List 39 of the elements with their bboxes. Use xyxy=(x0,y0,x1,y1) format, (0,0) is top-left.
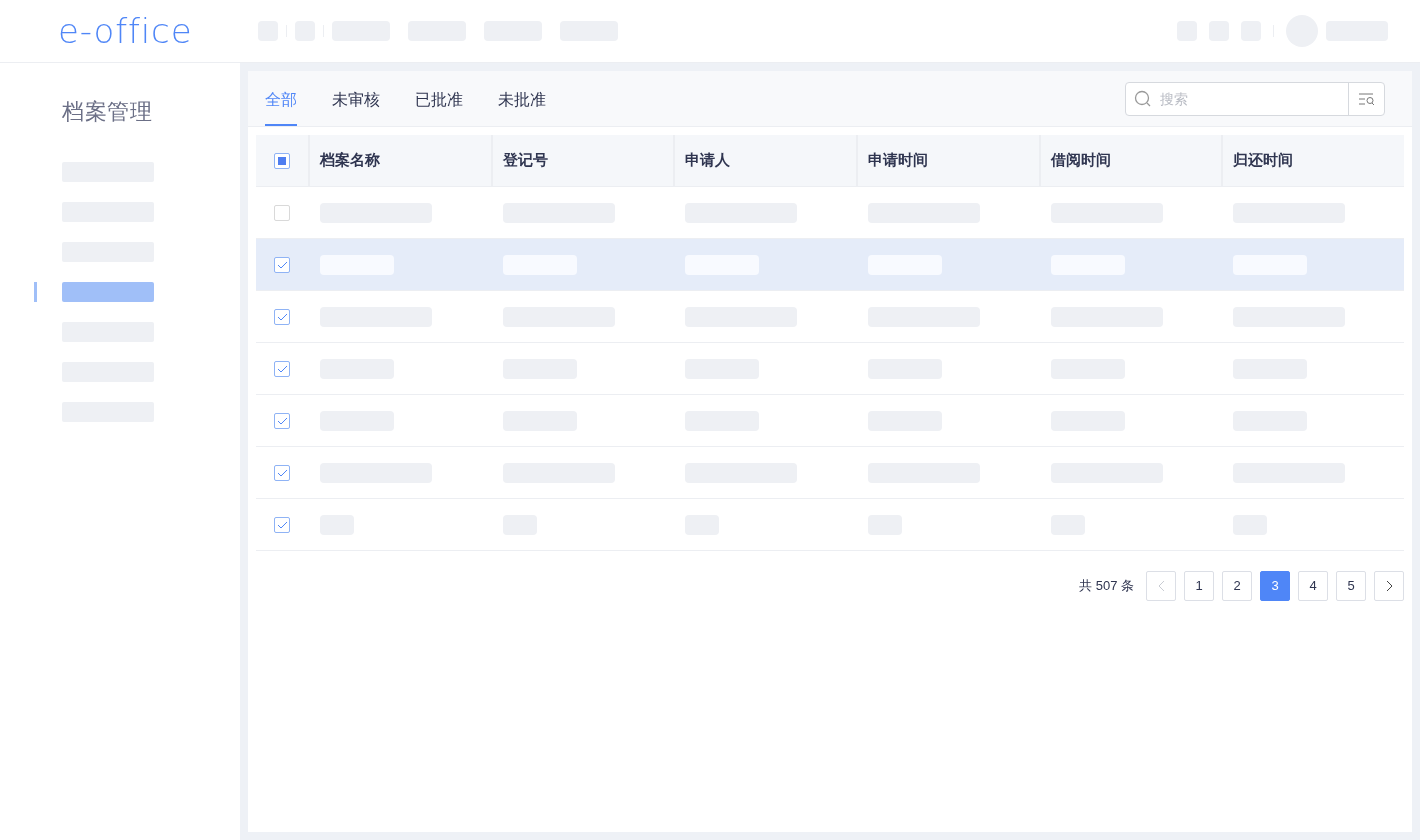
search-icon xyxy=(1134,90,1152,108)
sidebar-item[interactable] xyxy=(62,282,154,302)
check-icon xyxy=(276,416,288,425)
checkbox[interactable] xyxy=(274,412,290,429)
page-button[interactable]: 5 xyxy=(1336,571,1366,601)
page-button[interactable]: 4 xyxy=(1298,571,1328,601)
column-header: 申请人 xyxy=(685,150,731,171)
checkbox[interactable] xyxy=(274,464,290,481)
chevron-left-icon xyxy=(1157,580,1165,592)
search-input[interactable]: 搜索 xyxy=(1160,88,1348,110)
checkbox[interactable] xyxy=(274,308,290,325)
active-indicator xyxy=(34,282,37,302)
checkbox[interactable] xyxy=(274,360,290,377)
tab[interactable]: 未批准 xyxy=(498,88,546,126)
chevron-right-icon xyxy=(1385,580,1393,592)
page-button[interactable]: 2 xyxy=(1222,571,1252,601)
checkbox[interactable] xyxy=(274,256,290,273)
next-page-button[interactable] xyxy=(1374,571,1404,601)
column-header: 借阅时间 xyxy=(1050,150,1111,171)
square-icon xyxy=(278,156,286,165)
total-count: 共 507 条 xyxy=(1079,577,1134,596)
checkbox[interactable] xyxy=(274,204,290,221)
filter-search-icon xyxy=(1357,93,1376,105)
column-header: 申请时间 xyxy=(868,150,928,171)
check-icon xyxy=(276,520,288,529)
column-header: 登记号 xyxy=(502,150,548,171)
tab[interactable]: 已批准 xyxy=(415,88,463,126)
column-header: 归还时间 xyxy=(1233,150,1294,171)
sidebar-title: 档案管理 xyxy=(62,98,154,126)
checkbox[interactable] xyxy=(274,516,290,533)
check-icon xyxy=(276,260,288,269)
column-header: 档案名称 xyxy=(320,150,380,171)
checkbox[interactable] xyxy=(274,152,290,169)
page-button[interactable]: 1 xyxy=(1184,571,1214,601)
search-field[interactable]: 搜索 xyxy=(1125,82,1385,116)
check-icon xyxy=(276,312,288,321)
check-icon xyxy=(276,468,288,477)
tab[interactable]: 未审核 xyxy=(332,88,380,126)
check-icon xyxy=(276,364,288,373)
